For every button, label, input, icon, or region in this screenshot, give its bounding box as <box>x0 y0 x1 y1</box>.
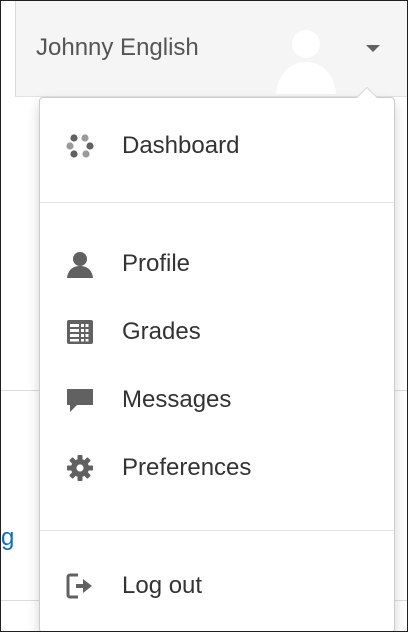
menu-item-label: Grades <box>122 318 201 345</box>
user-menu-toggle[interactable]: Johnny English <box>16 1 407 97</box>
menu-item-preferences[interactable]: Preferences <box>40 440 394 496</box>
menu-divider <box>40 530 394 531</box>
dashboard-icon <box>66 132 94 160</box>
screenshot-frame: g Johnny English Dashboard Profile Grade… <box>0 0 408 632</box>
menu-item-label: Dashboard <box>122 132 240 159</box>
grades-table-icon <box>66 318 94 346</box>
menu-item-label: Messages <box>122 386 232 413</box>
avatar <box>270 22 342 94</box>
user-dropdown-menu: Dashboard Profile Grades Messages Prefer… <box>39 87 395 631</box>
dropdown-pointer-inner <box>357 88 377 98</box>
user-icon <box>66 250 94 278</box>
sign-out-icon <box>66 572 94 600</box>
menu-item-profile[interactable]: Profile <box>40 236 394 292</box>
menu-item-logout[interactable]: Log out <box>40 558 394 614</box>
menu-item-grades[interactable]: Grades <box>40 304 394 360</box>
menu-item-label: Preferences <box>122 454 252 481</box>
menu-divider <box>40 202 394 203</box>
menu-item-label: Profile <box>122 250 191 277</box>
menu-item-dashboard[interactable]: Dashboard <box>40 118 394 174</box>
navbar: Johnny English <box>15 1 407 97</box>
speech-bubble-icon <box>66 386 94 414</box>
user-name: Johnny English <box>36 34 199 61</box>
caret-down-icon <box>366 45 380 52</box>
menu-item-messages[interactable]: Messages <box>40 372 394 428</box>
menu-item-label: Log out <box>122 572 203 599</box>
default-user-icon <box>276 30 336 94</box>
background-link-fragment[interactable]: g <box>1 524 14 552</box>
cog-icon <box>66 454 94 482</box>
